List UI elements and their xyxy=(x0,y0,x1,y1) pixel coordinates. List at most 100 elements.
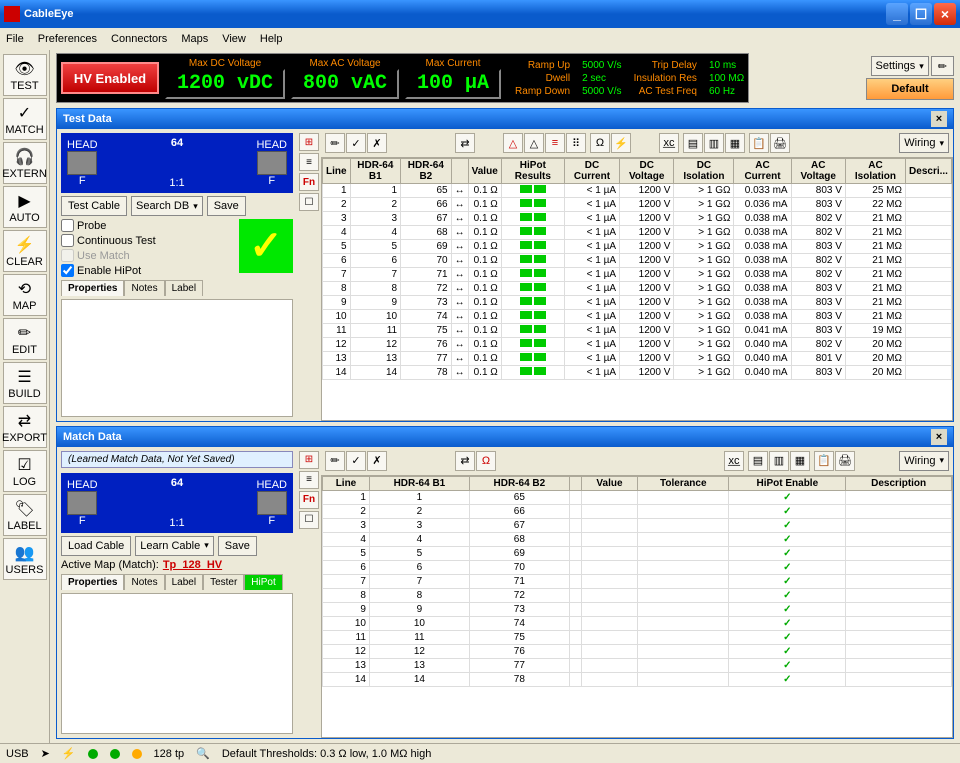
menu-connectors[interactable]: Connectors xyxy=(111,33,167,45)
sidebar-edit[interactable]: ✏EDIT xyxy=(3,318,47,360)
search-db-combo[interactable]: Search DB xyxy=(131,196,203,216)
table-row[interactable]: 4468✓ xyxy=(323,532,952,546)
col-header[interactable]: HDR-64 B2 xyxy=(401,159,452,184)
close-button[interactable]: × xyxy=(934,3,956,25)
table-row[interactable]: 111175↔0.1 Ω< 1 µA1200 V> 1 GΩ0.041 mA80… xyxy=(323,324,952,338)
menu-view[interactable]: View xyxy=(222,33,246,45)
match-notes-area[interactable] xyxy=(61,593,293,735)
tool-ext-icon[interactable]: ☐ xyxy=(299,193,319,211)
col-header[interactable]: Tolerance xyxy=(638,476,729,490)
table-row[interactable]: 111175✓ xyxy=(323,630,952,644)
learn-cable-combo[interactable]: Learn Cable xyxy=(135,536,213,556)
col-header[interactable]: Value xyxy=(581,476,637,490)
table-row[interactable]: 101074↔0.1 Ω< 1 µA1200 V> 1 GΩ0.038 mA80… xyxy=(323,310,952,324)
sidebar-label[interactable]: 🏷LABEL xyxy=(3,494,47,536)
col-header[interactable]: HiPot Enable xyxy=(729,476,846,490)
edit-hv-button[interactable]: ✏ xyxy=(931,56,954,76)
sidebar-auto[interactable]: ▶AUTO xyxy=(3,186,47,228)
doc3-icon[interactable]: ▦ xyxy=(790,451,810,471)
doc2-icon[interactable]: ▥ xyxy=(704,133,724,153)
spark-icon[interactable]: ⚡ xyxy=(611,133,631,153)
pencil-icon[interactable]: ✏ xyxy=(325,133,345,153)
tab-notes[interactable]: Notes xyxy=(124,280,164,296)
check-icon[interactable]: ✓ xyxy=(346,451,366,471)
swap-icon[interactable]: ⇄ xyxy=(455,451,475,471)
pencil-icon[interactable]: ✏ xyxy=(325,451,345,471)
col-header[interactable] xyxy=(451,159,468,184)
minimize-button[interactable]: _ xyxy=(886,3,908,25)
tab-properties[interactable]: Properties xyxy=(61,280,124,296)
tool-wire-icon[interactable]: ≡ xyxy=(299,153,319,171)
table-row[interactable]: 101074✓ xyxy=(323,616,952,630)
activemap-value[interactable]: Tp_128_HV xyxy=(163,559,222,571)
table-row[interactable]: 5569↔0.1 Ω< 1 µA1200 V> 1 GΩ0.038 mA803 … xyxy=(323,240,952,254)
tab-properties[interactable]: Properties xyxy=(61,574,124,590)
col-header[interactable]: DC Voltage xyxy=(620,159,674,184)
ohm-icon[interactable]: Ω xyxy=(590,133,610,153)
save-test-button[interactable]: Save xyxy=(207,196,246,216)
col-header[interactable]: AC Voltage xyxy=(791,159,845,184)
col-header[interactable]: AC Isolation xyxy=(845,159,905,184)
print-icon[interactable]: 🖨 xyxy=(835,451,855,471)
col-header[interactable]: Line xyxy=(323,159,351,184)
table-row[interactable]: 5569✓ xyxy=(323,546,952,560)
probe-check[interactable]: Probe xyxy=(61,219,156,232)
sidebar-build[interactable]: ☰BUILD xyxy=(3,362,47,404)
tool-net-icon[interactable]: ⊞ xyxy=(299,451,319,469)
ohm-red-icon[interactable]: Ω xyxy=(476,451,496,471)
table-row[interactable]: 121276✓ xyxy=(323,644,952,658)
tab-label[interactable]: Label xyxy=(165,574,203,590)
menu-maps[interactable]: Maps xyxy=(181,33,208,45)
x-icon[interactable]: ✗ xyxy=(367,133,387,153)
menu-preferences[interactable]: Preferences xyxy=(38,33,97,45)
table-row[interactable]: 1165↔0.1 Ω< 1 µA1200 V> 1 GΩ0.033 mA803 … xyxy=(323,184,952,198)
copy-icon[interactable]: 📋 xyxy=(814,451,834,471)
doc2-icon[interactable]: ▥ xyxy=(769,451,789,471)
xc-icon[interactable]: x̲c̲ xyxy=(659,133,679,153)
table-row[interactable]: 7771✓ xyxy=(323,574,952,588)
col-header[interactable]: Description xyxy=(846,476,952,490)
continuous-check[interactable]: Continuous Test xyxy=(61,234,156,247)
doc1-icon[interactable]: ▤ xyxy=(683,133,703,153)
col-header[interactable]: Line xyxy=(323,476,370,490)
tab-tester[interactable]: Tester xyxy=(203,574,244,590)
tool-ext-icon[interactable]: ☐ xyxy=(299,511,319,529)
doc1-icon[interactable]: ▤ xyxy=(748,451,768,471)
table-row[interactable]: 4468↔0.1 Ω< 1 µA1200 V> 1 GΩ0.038 mA802 … xyxy=(323,226,952,240)
tri2-icon[interactable]: △ xyxy=(524,133,544,153)
default-button[interactable]: Default xyxy=(866,78,954,100)
sidebar-match[interactable]: ✓MATCH xyxy=(3,98,47,140)
menu-file[interactable]: File xyxy=(6,33,24,45)
table-row[interactable]: 131377↔0.1 Ω< 1 µA1200 V> 1 GΩ0.040 mA80… xyxy=(323,352,952,366)
col-header[interactable]: Descri... xyxy=(906,159,952,184)
table-row[interactable]: 1165✓ xyxy=(323,490,952,504)
table-row[interactable]: 141478✓ xyxy=(323,672,952,686)
tool-net-icon[interactable]: ⊞ xyxy=(299,133,319,151)
table-row[interactable]: 3367✓ xyxy=(323,518,952,532)
settings-combo[interactable]: Settings xyxy=(871,56,929,76)
save-match-button[interactable]: Save xyxy=(218,536,257,556)
test-cable-button[interactable]: Test Cable xyxy=(61,196,127,216)
sidebar-log[interactable]: ☑LOG xyxy=(3,450,47,492)
wiring-combo[interactable]: Wiring xyxy=(899,133,949,153)
match-data-table[interactable]: LineHDR-64 B1HDR-64 B2 ValueToleranceHiPo… xyxy=(322,476,952,687)
col-header[interactable]: HDR-64 B2 xyxy=(469,476,569,490)
table-row[interactable]: 6670↔0.1 Ω< 1 µA1200 V> 1 GΩ0.038 mA802 … xyxy=(323,254,952,268)
maximize-button[interactable]: ☐ xyxy=(910,3,932,25)
check-icon[interactable]: ✓ xyxy=(346,133,366,153)
sidebar-test[interactable]: 👁TEST xyxy=(3,54,47,96)
print-icon[interactable]: 🖨 xyxy=(770,133,790,153)
test-data-close[interactable]: × xyxy=(931,111,947,127)
table-row[interactable]: 7771↔0.1 Ω< 1 µA1200 V> 1 GΩ0.038 mA802 … xyxy=(323,268,952,282)
table-row[interactable]: 2266✓ xyxy=(323,504,952,518)
load-cable-button[interactable]: Load Cable xyxy=(61,536,131,556)
col-header[interactable]: HDR-64 B1 xyxy=(369,476,469,490)
menu-help[interactable]: Help xyxy=(260,33,283,45)
wiring-combo[interactable]: Wiring xyxy=(899,451,949,471)
tab-hipot[interactable]: HiPot xyxy=(244,574,282,590)
tool-wire-icon[interactable]: ≡ xyxy=(299,471,319,489)
col-header[interactable]: AC Current xyxy=(734,159,791,184)
doc3-icon[interactable]: ▦ xyxy=(725,133,745,153)
col-header[interactable]: DC Isolation xyxy=(674,159,734,184)
tab-label[interactable]: Label xyxy=(165,280,203,296)
